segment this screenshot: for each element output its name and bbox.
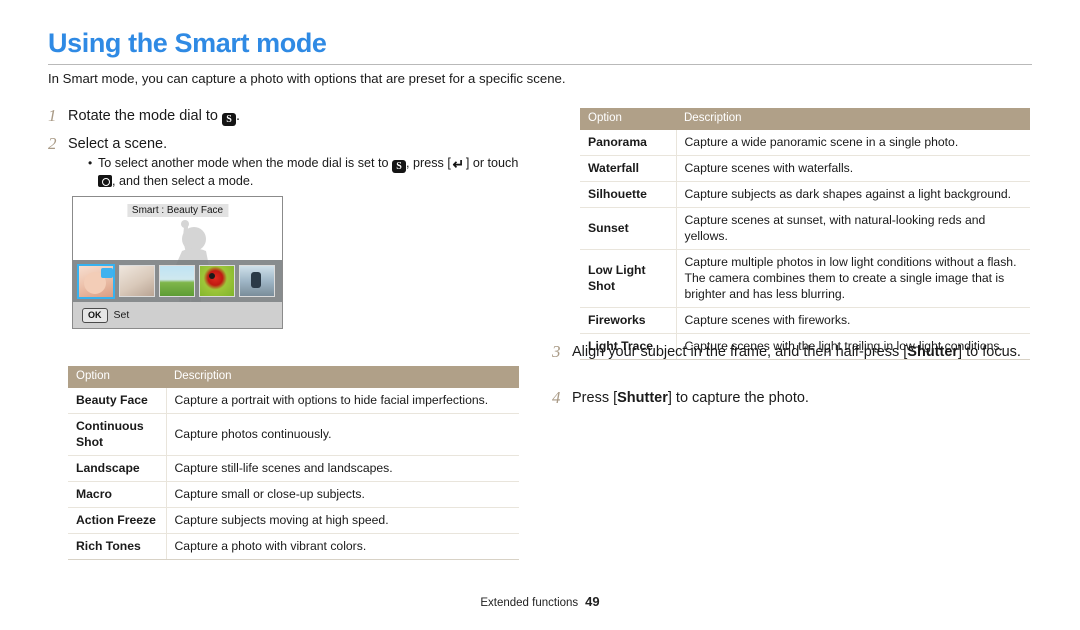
option-cell: Silhouette bbox=[580, 181, 677, 208]
step-4-shutter-label: Shutter bbox=[617, 390, 668, 406]
option-cell: Fireworks bbox=[580, 307, 677, 334]
table-row: Continuous Shot Capture photos continuou… bbox=[68, 413, 519, 456]
description-cell: Capture photos continuously. bbox=[166, 413, 519, 456]
bullet-dot-icon: • bbox=[88, 156, 93, 170]
option-cell: Macro bbox=[68, 481, 167, 508]
bullet-text: To select another mode when the mode dia… bbox=[98, 155, 528, 190]
description-cell: Capture small or close-up subjects. bbox=[166, 481, 519, 508]
step-3-number: 3 bbox=[552, 342, 561, 361]
continuous-shot-thumbnail[interactable] bbox=[119, 265, 155, 297]
footer-section-label: Extended functions bbox=[480, 597, 579, 609]
step-3-text-pre: Align your subject in the frame, and the… bbox=[572, 344, 908, 360]
back-arrow-icon: ↵ bbox=[452, 156, 465, 172]
page-title: Using the Smart mode bbox=[48, 28, 327, 58]
column-header-option: Option bbox=[580, 108, 676, 130]
option-cell: Waterfall bbox=[580, 155, 677, 182]
table-row: Macro Capture small or close-up subjects… bbox=[68, 481, 519, 508]
option-cell: Rich Tones bbox=[68, 533, 167, 560]
camera-screen-footer: OK Set bbox=[73, 302, 282, 328]
bullet-part-3: ] or touch bbox=[465, 156, 519, 170]
set-label: Set bbox=[113, 309, 130, 321]
camera-mode-label: Smart : Beauty Face bbox=[126, 204, 229, 217]
table-header-row: Option Description bbox=[580, 108, 1030, 130]
title-divider bbox=[48, 64, 1032, 65]
step-4-text-post: ] to capture the photo. bbox=[667, 390, 809, 406]
macro-thumbnail[interactable] bbox=[199, 265, 235, 297]
document-page: Using the Smart mode In Smart mode, you … bbox=[0, 0, 1080, 630]
page-footer: Extended functions 49 bbox=[0, 594, 1080, 609]
smart-scene-options-table-left: Option Description Beauty Face Capture a… bbox=[68, 366, 519, 560]
step-4-number: 4 bbox=[552, 388, 561, 407]
step-2: 2 Select a scene. bbox=[48, 134, 528, 154]
description-cell: Capture multiple photos in low light con… bbox=[676, 249, 1030, 308]
description-cell: Capture scenes with waterfalls. bbox=[676, 155, 1030, 182]
table-row: Action Freeze Capture subjects moving at… bbox=[68, 507, 519, 534]
beauty-face-thumbnail[interactable] bbox=[77, 263, 115, 299]
camera-mode-icon bbox=[98, 175, 112, 187]
step-3-text: Align your subject in the frame, and the… bbox=[572, 342, 1021, 362]
beauty-check-icon bbox=[101, 267, 113, 278]
smart-scene-options-table-right: Option Description Panorama Capture a wi… bbox=[580, 108, 1030, 360]
option-cell: Landscape bbox=[68, 455, 167, 482]
table-row: Silhouette Capture subjects as dark shap… bbox=[580, 181, 1030, 208]
ladybug-spot bbox=[209, 273, 215, 279]
table-row: Fireworks Capture scenes with fireworks. bbox=[580, 307, 1030, 334]
ok-button[interactable]: OK bbox=[82, 307, 108, 323]
description-cell: Capture a photo with vibrant colors. bbox=[166, 533, 519, 560]
description-cell: Capture scenes with fireworks. bbox=[676, 307, 1030, 334]
bullet-part-2: , press [ bbox=[406, 156, 451, 170]
description-cell: Capture a wide panoramic scene in a sing… bbox=[676, 130, 1030, 156]
option-cell: Sunset bbox=[580, 207, 677, 250]
step-1-text-before: Rotate the mode dial to bbox=[68, 108, 222, 124]
description-cell: Capture a portrait with options to hide … bbox=[166, 388, 519, 414]
column-header-description: Description bbox=[676, 108, 1030, 130]
action-freeze-thumbnail[interactable] bbox=[239, 265, 275, 297]
table-row: Panorama Capture a wide panoramic scene … bbox=[580, 130, 1030, 156]
description-cell: Capture scenes at sunset, with natural-l… bbox=[676, 207, 1030, 250]
step-4-text-pre: Press [ bbox=[572, 390, 618, 406]
step-4: 4 Press [Shutter] to capture the photo. bbox=[552, 388, 1022, 408]
landscape-thumbnail[interactable] bbox=[159, 265, 195, 297]
page-number: 49 bbox=[585, 594, 600, 609]
table-header-row: Option Description bbox=[68, 366, 519, 388]
description-cell: Capture subjects as dark shapes against … bbox=[676, 181, 1030, 208]
table-row: Sunset Capture scenes at sunset, with na… bbox=[580, 207, 1030, 250]
step-4-text: Press [Shutter] to capture the photo. bbox=[572, 388, 809, 408]
option-cell: Beauty Face bbox=[68, 388, 167, 414]
step-2-bullet: • To select another mode when the mode d… bbox=[88, 155, 528, 190]
step-3-text-post: ] to focus. bbox=[958, 344, 1021, 360]
column-header-option: Option bbox=[68, 366, 166, 388]
step-1-text-after: . bbox=[235, 108, 240, 124]
column-header-description: Description bbox=[166, 366, 519, 388]
table-row: Landscape Capture still-life scenes and … bbox=[68, 455, 519, 482]
smart-mode-icon: S bbox=[221, 113, 236, 126]
description-cell: Capture still-life scenes and landscapes… bbox=[166, 455, 519, 482]
step-3: 3 Align your subject in the frame, and t… bbox=[552, 342, 1022, 362]
intro-paragraph: In Smart mode, you can capture a photo w… bbox=[48, 71, 566, 86]
step-2-text: Select a scene. bbox=[68, 136, 168, 152]
step-2-number: 2 bbox=[48, 134, 57, 153]
step-1-text: Rotate the mode dial to S. bbox=[68, 106, 240, 126]
table-row: Low Light Shot Capture multiple photos i… bbox=[580, 249, 1030, 308]
step-1: 1 Rotate the mode dial to S. bbox=[48, 106, 528, 126]
option-cell: Continuous Shot bbox=[68, 413, 167, 456]
table-row: Rich Tones Capture a photo with vibrant … bbox=[68, 533, 519, 560]
step-1-number: 1 bbox=[48, 106, 57, 125]
option-cell: Panorama bbox=[580, 130, 677, 156]
table-row: Waterfall Capture scenes with waterfalls… bbox=[580, 155, 1030, 182]
bullet-part-1: To select another mode when the mode dia… bbox=[98, 156, 393, 170]
camera-screen-illustration: Smart : Beauty Face OK Set bbox=[72, 196, 283, 329]
skater-shape bbox=[251, 272, 261, 288]
option-cell: Low Light Shot bbox=[580, 249, 677, 308]
smart-mode-icon: S bbox=[392, 160, 407, 173]
table-row: Beauty Face Capture a portrait with opti… bbox=[68, 388, 519, 414]
description-cell: Capture subjects moving at high speed. bbox=[166, 507, 519, 534]
step-3-shutter-label: Shutter bbox=[907, 344, 959, 360]
scene-thumbnail-strip[interactable] bbox=[73, 260, 282, 302]
bullet-part-4: , and then select a mode. bbox=[112, 174, 254, 188]
option-cell: Action Freeze bbox=[68, 507, 167, 534]
